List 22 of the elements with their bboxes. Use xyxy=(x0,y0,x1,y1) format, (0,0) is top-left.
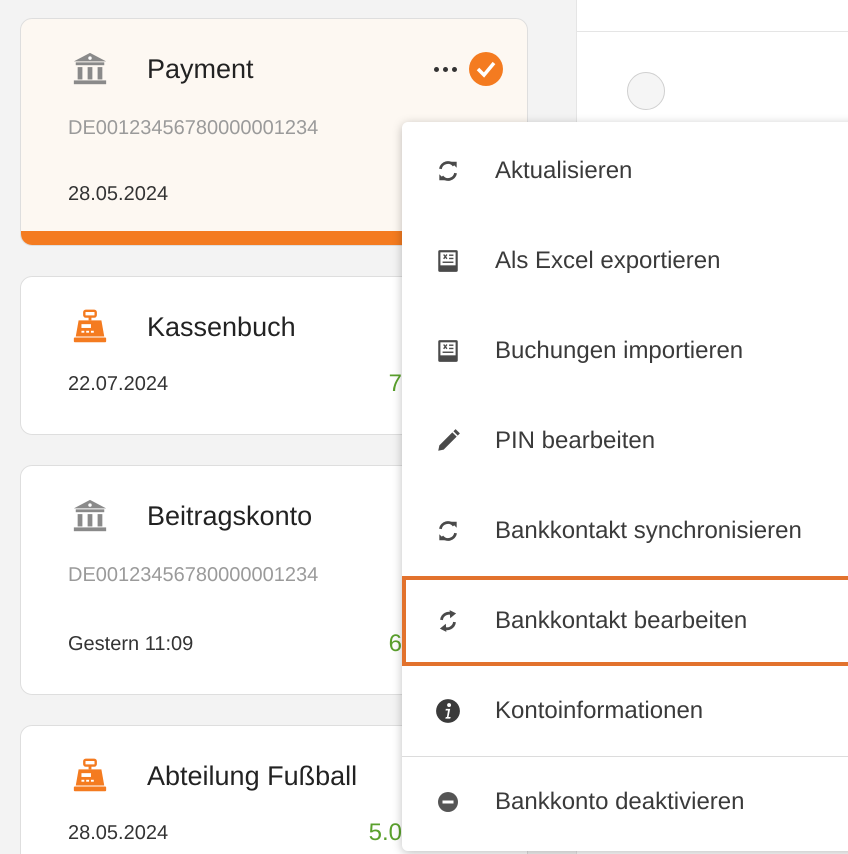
minus-circle-icon xyxy=(436,790,460,814)
amount-text: 6 xyxy=(388,629,402,659)
date-text: 28.05.2024 xyxy=(68,182,168,207)
more-icon[interactable] xyxy=(434,66,457,72)
menu-item[interactable]: Bankkontakt bearbeiten xyxy=(402,576,848,666)
menu-item-label: Als Excel exportieren xyxy=(495,246,720,276)
date-text: 28.05.2024 xyxy=(68,821,168,846)
account-name: Kassenbuch xyxy=(147,310,296,344)
amount-text: 5.0 xyxy=(368,818,402,848)
account-name: Beitragskonto xyxy=(147,500,312,533)
date-text: 22.07.2024 xyxy=(68,372,168,397)
date-text: Gestern 11:09 xyxy=(68,632,194,657)
info-icon xyxy=(435,698,461,724)
iban-text: DE00123456780000001234 xyxy=(68,563,320,588)
account-name: Abteilung Fußball xyxy=(147,760,358,793)
amount-text: 7 xyxy=(388,369,402,399)
menu-item-label: Kontoinformationen xyxy=(495,696,704,726)
account-name: Payment xyxy=(147,52,254,86)
iban-text: DE00123456780000001234 xyxy=(68,116,320,141)
spreadsheet-icon xyxy=(435,338,461,364)
check-circle-icon xyxy=(469,52,503,86)
spreadsheet-icon xyxy=(435,248,461,274)
